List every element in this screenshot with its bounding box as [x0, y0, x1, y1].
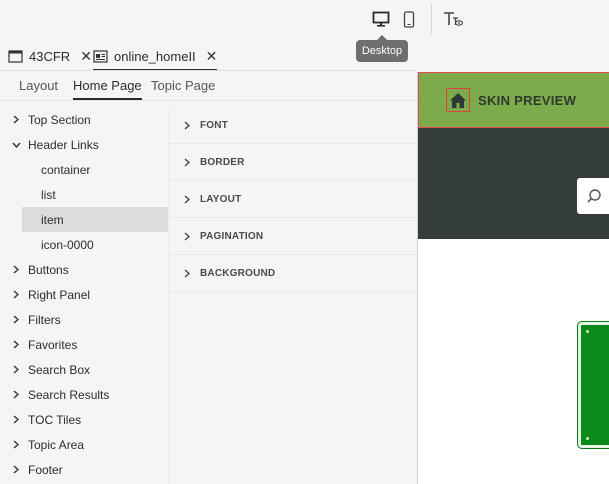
chevron-right-icon	[11, 465, 21, 474]
tree-item-topic-area[interactable]: Topic Area	[0, 432, 168, 457]
tree-item-label: Footer	[28, 462, 63, 477]
chevron-right-icon	[184, 157, 190, 167]
chevron-right-icon	[11, 315, 21, 324]
property-border[interactable]: BORDER	[169, 144, 418, 181]
tree-child-container[interactable]: container	[22, 157, 168, 182]
chevron-right-icon	[184, 268, 190, 278]
tree-item-filters[interactable]: Filters	[0, 307, 168, 332]
tree-item-buttons[interactable]: Buttons	[0, 257, 168, 282]
toolbar-divider	[431, 4, 432, 34]
mobile-icon	[403, 10, 415, 28]
window-icon	[8, 49, 23, 63]
tree-item-label: Buttons	[28, 262, 69, 277]
tree-item-label: Topic Area	[28, 437, 85, 452]
property-label: FONT	[200, 119, 229, 131]
file-tab-label: 43CFR	[29, 48, 71, 64]
chevron-right-icon	[11, 290, 21, 299]
tree-item-toc-tiles[interactable]: TOC Tiles	[0, 407, 168, 432]
tree-item-search-results[interactable]: Search Results	[0, 382, 168, 407]
text-preview-button[interactable]	[440, 6, 466, 32]
tree-item-label: TOC Tiles	[28, 412, 82, 427]
tree-item-header-links[interactable]: Header Links	[0, 132, 168, 157]
properties-panel: FONT BORDER LAYOUT PAGINATION BACKGROUND	[168, 107, 418, 484]
chevron-right-icon	[11, 340, 21, 349]
desktop-icon	[372, 11, 390, 27]
card-dot	[586, 437, 589, 440]
tab-home-page[interactable]: Home Page	[73, 70, 142, 100]
tree-item-label: Search Box	[28, 362, 91, 377]
chevron-right-icon	[11, 440, 21, 449]
card-dot	[586, 330, 589, 333]
tree-item-right-panel[interactable]: Right Panel	[0, 282, 168, 307]
preview-header[interactable]: SKIN PREVIEW	[418, 72, 609, 128]
tree-item-favorites[interactable]: Favorites	[0, 332, 168, 357]
element-tree: Top Section Header Links container list …	[0, 107, 168, 484]
tree-item-label: Right Panel	[28, 287, 91, 302]
mobile-view-button[interactable]	[396, 6, 422, 32]
tree-item-top-section[interactable]: Top Section	[0, 107, 168, 132]
desktop-view-button[interactable]	[368, 6, 394, 32]
desktop-tooltip: Desktop	[356, 35, 408, 62]
skin-preview-panel: SKIN PREVIEW	[417, 72, 609, 484]
chevron-right-icon	[11, 365, 21, 374]
home-icon[interactable]	[446, 88, 470, 112]
tree-child-item[interactable]: item	[22, 207, 168, 232]
property-label: LAYOUT	[200, 193, 242, 205]
chevron-right-icon	[11, 115, 21, 124]
property-background[interactable]: BACKGROUND	[169, 255, 418, 292]
preview-search-box[interactable]	[577, 178, 609, 214]
layout-icon	[93, 49, 108, 63]
file-tabs: 43CFR ✕ online_homeII ✕	[0, 42, 417, 71]
property-pagination[interactable]: PAGINATION	[169, 218, 418, 255]
property-layout[interactable]: LAYOUT	[169, 181, 418, 218]
preview-green-card[interactable]	[577, 321, 609, 449]
property-label: PAGINATION	[200, 230, 264, 242]
chevron-right-icon	[184, 194, 190, 204]
tab-topic-page[interactable]: Topic Page	[151, 70, 215, 100]
chevron-right-icon	[184, 120, 190, 130]
top-toolbar: Desktop	[0, 0, 609, 62]
section-tabs: Layout Home Page Topic Page	[0, 70, 417, 100]
chevron-down-icon	[11, 142, 21, 148]
chevron-right-icon	[11, 390, 21, 399]
tree-item-label: Filters	[28, 312, 61, 327]
file-tab-43cfr[interactable]: 43CFR ✕	[8, 42, 92, 70]
file-tab-online-homeii[interactable]: online_homeII ✕	[93, 42, 218, 71]
close-icon[interactable]: ✕	[80, 48, 92, 65]
tree-item-search-box[interactable]: Search Box	[0, 357, 168, 382]
property-label: BORDER	[200, 156, 245, 168]
chevron-right-icon	[184, 231, 190, 241]
tree-item-label: Top Section	[28, 112, 91, 127]
property-font[interactable]: FONT	[169, 107, 418, 144]
text-preview-icon	[444, 12, 464, 26]
property-label: BACKGROUND	[200, 267, 276, 279]
tree-item-label: Header Links	[28, 137, 99, 152]
tree-child-list[interactable]: list	[22, 182, 168, 207]
search-icon	[587, 189, 601, 203]
chevron-right-icon	[11, 415, 21, 424]
close-icon[interactable]: ✕	[206, 48, 218, 65]
tree-child-icon-0000[interactable]: icon-0000	[22, 232, 168, 257]
tree-item-footer[interactable]: Footer	[0, 457, 168, 482]
section-tabs-divider	[0, 100, 417, 101]
tab-layout[interactable]: Layout	[19, 70, 58, 100]
tree-item-label: Favorites	[28, 337, 78, 352]
tree-item-label: Search Results	[28, 387, 110, 402]
chevron-right-icon	[11, 265, 21, 274]
file-tab-label: online_homeII	[114, 48, 196, 64]
preview-dark-band	[418, 128, 609, 239]
preview-title: SKIN PREVIEW	[478, 93, 577, 108]
